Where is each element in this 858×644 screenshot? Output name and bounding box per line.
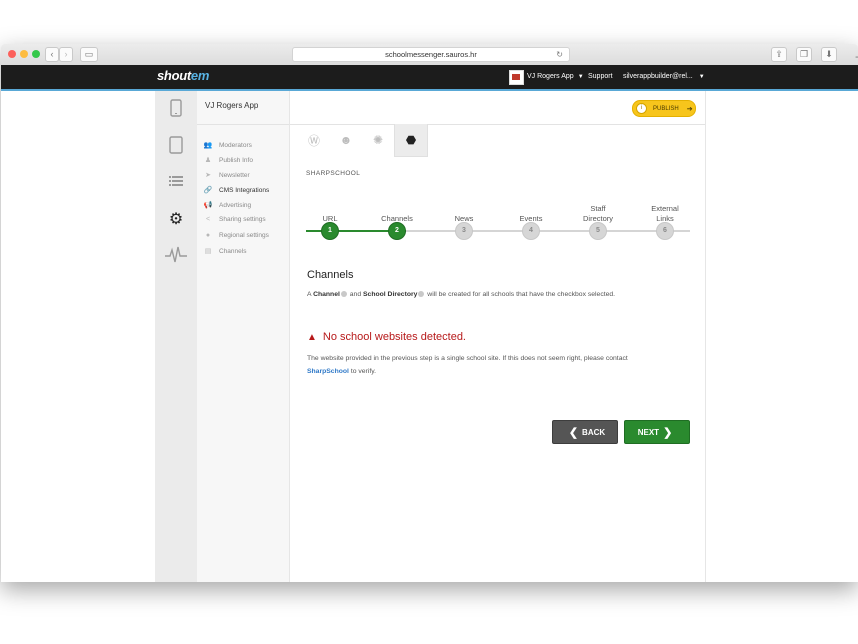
wordpress-icon: Ⓦ xyxy=(307,133,320,148)
tab-sharpschool[interactable]: ⬣ xyxy=(394,124,428,157)
chevron-right-icon: ❯ xyxy=(663,426,673,439)
step-news[interactable]: News 3 xyxy=(434,191,494,241)
caret-down-icon: ▼ xyxy=(577,74,584,80)
list-icon[interactable] xyxy=(155,174,197,192)
megaphone-icon: 📢 xyxy=(203,202,213,209)
warning-icon: ▲ xyxy=(307,331,317,343)
publish-button[interactable]: i PUBLISH ➔ xyxy=(632,100,696,117)
person-icon: ♟ xyxy=(204,157,212,164)
warning-title: ▲ No school websites detected. xyxy=(307,331,466,343)
joomla-icon: ✺ xyxy=(372,133,384,147)
share-button[interactable]: ⇪ xyxy=(771,47,787,62)
warning-text: The website provided in the previous ste… xyxy=(307,355,628,375)
settings-gear-icon[interactable]: ⚙ xyxy=(155,209,197,229)
sidebar-toggle-button[interactable]: ▭ xyxy=(80,47,98,62)
link-icon: 🔗 xyxy=(203,187,213,194)
browser-titlebar: ‹ › ▭ schoolmessenger.sauros.hr ↻ ⇪ ❐ ⬇ … xyxy=(1,44,858,66)
tab-joomla[interactable]: ✺ xyxy=(362,124,394,156)
section-heading: Channels xyxy=(307,269,354,281)
arrow-right-icon: ➔ xyxy=(686,105,693,113)
step-channels[interactable]: Channels 2 xyxy=(367,191,427,241)
back-nav-button[interactable]: ‹ xyxy=(45,47,59,62)
sidebar-item-cms-integrations[interactable]: 🔗 CMS Integrations xyxy=(203,186,270,195)
sidebar-item-moderators[interactable]: 👥 Moderators xyxy=(203,141,252,150)
step-external-links[interactable]: External Links 6 xyxy=(635,191,695,241)
back-button[interactable]: ❮ BACK xyxy=(552,420,618,444)
sidebar-item-sharing-settings[interactable]: < Sharing settings xyxy=(203,216,266,223)
minimize-window-button[interactable] xyxy=(20,50,28,58)
tab-drupal[interactable]: ☻ xyxy=(330,124,362,156)
step-staff-directory[interactable]: Staff Directory 5 xyxy=(568,191,628,241)
wizard-steps: URL 1 Channels 2 News 3 Events 4 Staff D… xyxy=(306,191,690,241)
sharpschool-link[interactable]: SharpSchool xyxy=(307,368,349,375)
app-selector[interactable]: VJ Rogers App ▼ xyxy=(509,69,584,85)
step-number: 3 xyxy=(455,222,473,240)
main-panel: i PUBLISH ➔ Ⓦ ☻ ✺ ⬣ SHARPSCHOOL URL 1 Ch… xyxy=(290,91,706,582)
app-content: ⚙ VJ Rogers App 👥 Moderators ♟ Publish Inf… xyxy=(1,91,858,582)
sidebar-item-publish-info[interactable]: ♟ Publish Info xyxy=(203,156,253,165)
tab-wordpress[interactable]: Ⓦ xyxy=(298,124,330,156)
step-number: 5 xyxy=(589,222,607,240)
info-icon[interactable] xyxy=(340,291,347,298)
user-menu[interactable]: silverappbuilder@rel... ▼ xyxy=(623,70,705,84)
settings-sidebar: VJ Rogers App 👥 Moderators ♟ Publish Info … xyxy=(197,91,290,582)
support-link[interactable]: Support xyxy=(588,70,613,84)
sidebar-icon: ▭ xyxy=(84,49,94,59)
tabs-button[interactable]: ❐ xyxy=(796,47,812,62)
reload-icon[interactable]: ↻ xyxy=(556,48,563,61)
sidebar-item-advertising[interactable]: 📢 Advertising xyxy=(203,201,252,210)
channels-description: A Channel and School Directory will be c… xyxy=(307,291,616,298)
zoom-window-button[interactable] xyxy=(32,50,40,58)
app-avatar xyxy=(509,69,524,85)
share-icon: ⇪ xyxy=(775,49,783,59)
browser-window: ‹ › ▭ schoolmessenger.sauros.hr ↻ ⇪ ❐ ⬇ … xyxy=(1,44,858,582)
primary-nav: ⚙ xyxy=(155,91,197,582)
chevron-left-icon: ‹ xyxy=(50,49,54,59)
app-header: shoutem VJ Rogers App ▼ Support silverap… xyxy=(1,65,858,91)
sidebar-item-regional-settings[interactable]: ● Regional settings xyxy=(203,232,269,239)
chevron-left-icon: ❮ xyxy=(568,426,579,439)
downloads-button[interactable]: ⬇ xyxy=(821,47,837,62)
download-icon: ⬇ xyxy=(825,49,833,59)
drupal-icon: ☻ xyxy=(339,133,353,147)
forward-nav-button[interactable]: › xyxy=(59,47,73,62)
step-number: 1 xyxy=(321,222,339,240)
analytics-pulse-icon[interactable] xyxy=(155,246,197,269)
next-button[interactable]: NEXT ❯ xyxy=(624,420,690,444)
send-icon: ➤ xyxy=(205,172,211,179)
address-bar[interactable]: schoolmessenger.sauros.hr ↻ xyxy=(292,47,570,62)
url-text: schoolmessenger.sauros.hr xyxy=(385,50,477,59)
close-window-button[interactable] xyxy=(8,50,16,58)
cms-tabs: Ⓦ ☻ ✺ ⬣ xyxy=(298,124,428,157)
users-icon: 👥 xyxy=(203,142,213,149)
shoutem-logo[interactable]: shoutem xyxy=(157,68,209,83)
sharpschool-icon: ⬣ xyxy=(405,133,417,147)
sidebar-title: VJ Rogers App xyxy=(205,101,259,110)
share-icon: < xyxy=(205,216,211,223)
step-number: 6 xyxy=(656,222,674,240)
list-icon: ▤ xyxy=(204,248,212,255)
tablet-icon[interactable] xyxy=(155,136,197,159)
globe-icon: ● xyxy=(205,232,211,239)
sidebar-item-newsletter[interactable]: ➤ Newsletter xyxy=(203,171,250,180)
step-url[interactable]: URL 1 xyxy=(300,191,360,241)
step-number: 2 xyxy=(388,222,406,240)
caret-down-icon: ▼ xyxy=(698,74,705,80)
info-icon: i xyxy=(636,103,647,114)
tabs-icon: ❐ xyxy=(799,49,809,59)
step-events[interactable]: Events 4 xyxy=(501,191,561,241)
info-icon[interactable] xyxy=(418,291,425,298)
sidebar-divider xyxy=(197,124,289,125)
sidebar-item-channels[interactable]: ▤ Channels xyxy=(203,247,247,256)
section-label: SHARPSCHOOL xyxy=(306,170,361,177)
phone-icon[interactable] xyxy=(155,99,197,122)
chevron-right-icon: › xyxy=(64,49,68,59)
step-number: 4 xyxy=(522,222,540,240)
